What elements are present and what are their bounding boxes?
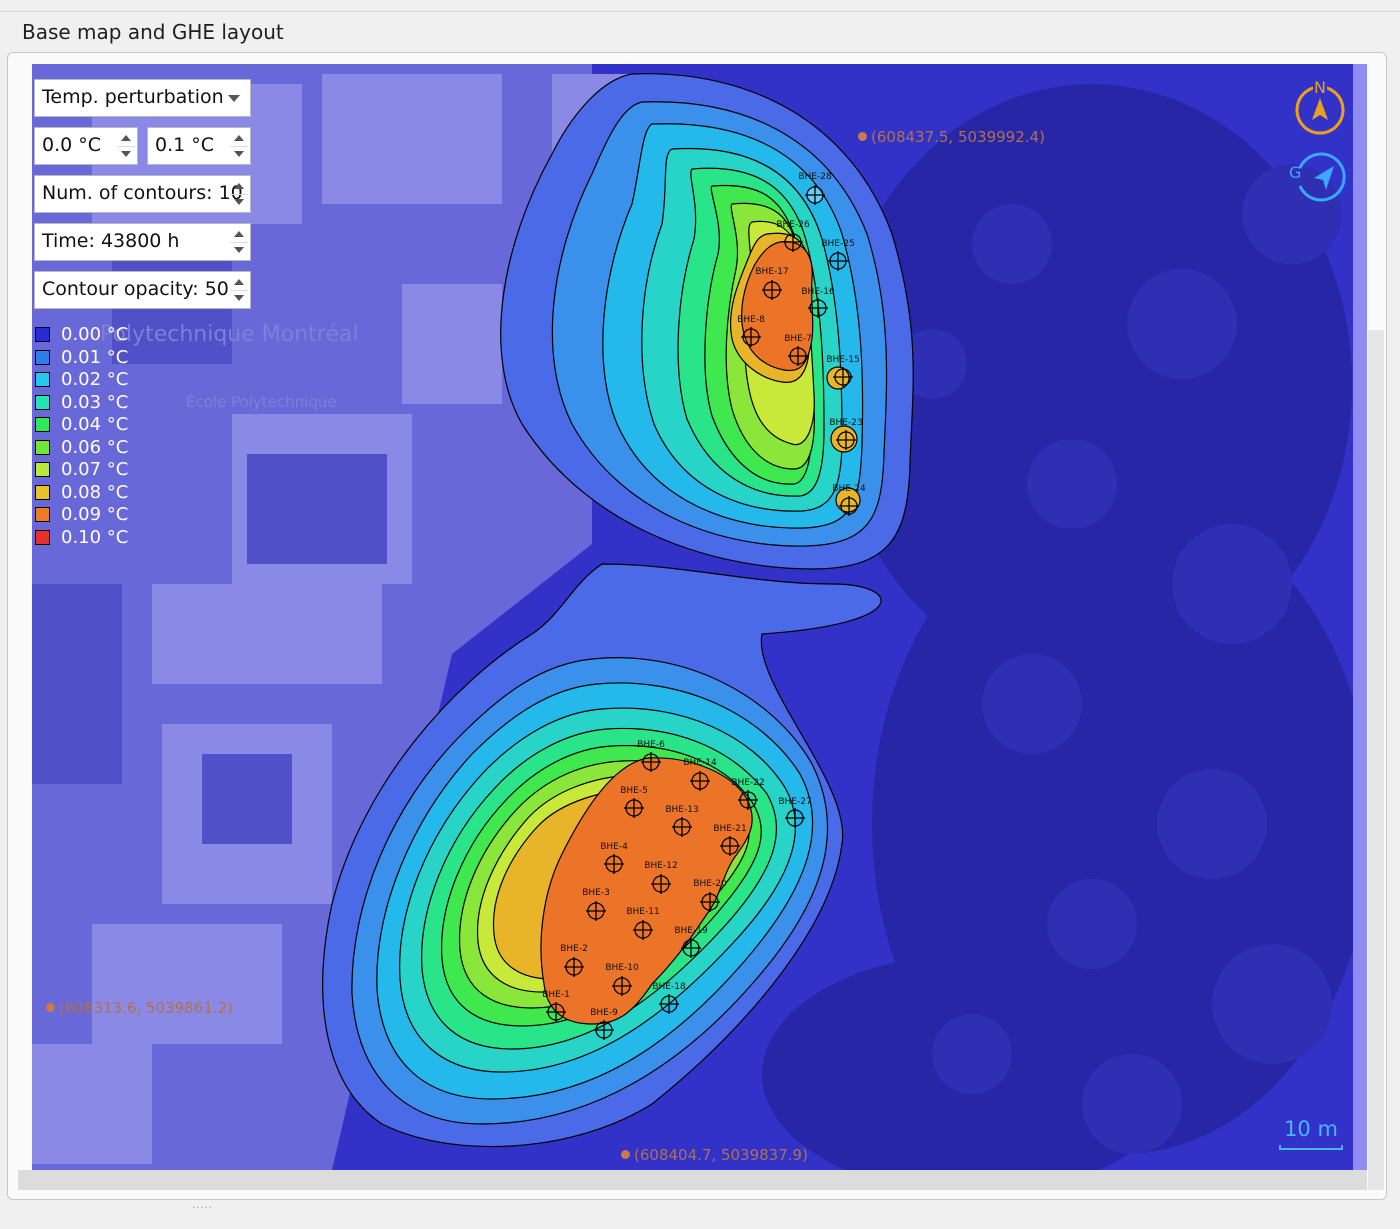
legend-swatch (35, 484, 50, 500)
top-divider (0, 11, 1400, 12)
opacity-spinner[interactable]: Contour opacity: 50 (34, 271, 251, 309)
vertical-scrollbar[interactable] (1368, 330, 1384, 1190)
bhe-label: BHE-8 (737, 315, 765, 325)
resize-grip[interactable]: ····· (192, 1203, 213, 1214)
panel-title: Base map and GHE layout (22, 20, 284, 44)
spin-up-icon[interactable] (230, 130, 248, 147)
legend-swatch (35, 327, 50, 342)
bhe-label: BHE-7 (784, 334, 812, 344)
spinner-buttons[interactable] (230, 130, 248, 163)
bhe-label: BHE-4 (600, 842, 628, 852)
legend-label: 0.03 °C (61, 391, 129, 413)
coordinate-label-bottom: (608404.7, 5039837.9) (621, 1146, 808, 1164)
coordinate-dot (46, 1003, 55, 1012)
num-contours-spinner[interactable]: Num. of contours: 10 (34, 175, 251, 213)
bhe-label: BHE-11 (626, 907, 660, 917)
max-temp-value: 0.1 °C (155, 134, 215, 156)
min-temp-spinner[interactable]: 0.0 °C (34, 127, 138, 165)
bhe-label: BHE-2 (560, 944, 588, 954)
bhe-label: BHE-13 (665, 805, 699, 815)
spinner-buttons[interactable] (230, 178, 248, 211)
bhe-label: BHE-9 (590, 1008, 618, 1018)
bhe-label: BHE-22 (731, 778, 765, 788)
spinner-buttons[interactable] (230, 274, 248, 307)
max-temp-spinner[interactable]: 0.1 °C (147, 127, 251, 165)
spin-down-icon[interactable] (230, 291, 248, 307)
place-label-secondary: École Polytechnique (186, 393, 337, 411)
legend-label: 0.01 °C (61, 346, 129, 368)
scale-bar: 10 m (1279, 1117, 1343, 1150)
bhe-label: BHE-23 (829, 418, 863, 428)
bhe-label: BHE-18 (652, 982, 686, 992)
bhe-label: BHE-12 (644, 861, 678, 871)
spin-down-icon[interactable] (230, 243, 248, 259)
scale-label: 10 m (1284, 1117, 1338, 1141)
bhe-label: BHE-26 (776, 220, 810, 230)
min-temp-value: 0.0 °C (42, 134, 102, 156)
field-select[interactable]: Temp. perturbation (34, 79, 251, 117)
legend-label: 0.08 °C (61, 481, 129, 503)
place-label: Polytechnique Montréal (100, 322, 359, 347)
time-spinner[interactable]: Time: 43800 h (34, 223, 251, 261)
spin-up-icon[interactable] (230, 178, 248, 195)
legend-label: 0.09 °C (61, 504, 129, 525)
bhe-label: BHE-19 (674, 926, 708, 936)
legend-swatch (35, 439, 50, 455)
bhe-label: BHE-21 (713, 824, 747, 834)
legend-swatch (35, 394, 50, 410)
legend-swatch (35, 349, 50, 365)
opacity-value: Contour opacity: 50 (42, 278, 229, 300)
bhe-label: BHE-17 (755, 267, 789, 277)
scale-bar-line (1279, 1145, 1343, 1150)
bhe-label: BHE-6 (637, 740, 665, 750)
bhe-label: BHE-3 (582, 888, 610, 898)
legend-swatch (35, 462, 50, 477)
field-select-value: Temp. perturbation (42, 86, 224, 108)
legend-swatch (35, 529, 50, 545)
bhe-label: BHE-20 (693, 879, 727, 889)
bhe-label: BHE-14 (683, 758, 717, 768)
bhe-label: BHE-28 (798, 172, 832, 182)
legend-swatch (35, 372, 50, 387)
coordinate-label-left: (608313.6, 5039861.2) (46, 999, 233, 1017)
spin-up-icon[interactable] (230, 274, 248, 291)
bhe-label: BHE-1 (542, 990, 570, 1000)
bhe-label: BHE-25 (821, 239, 855, 249)
gps-letter: G (1289, 163, 1302, 182)
time-value: Time: 43800 h (42, 230, 180, 252)
spinner-buttons[interactable] (117, 130, 135, 163)
bhe-label: BHE-27 (778, 797, 812, 807)
bhe-label: BHE-5 (620, 786, 648, 796)
legend-label: 0.00 °C (61, 324, 129, 345)
coordinate-dot (858, 132, 867, 141)
bhe-label: BHE-24 (832, 484, 866, 494)
legend-label: 0.04 °C (61, 414, 129, 435)
num-contours-value: Num. of contours: 10 (42, 182, 243, 204)
spin-down-icon[interactable] (230, 195, 248, 211)
compass-letter: N (1313, 78, 1327, 97)
coordinate-label-top: (608437.5, 5039992.4) (858, 128, 1045, 146)
coordinate-dot (621, 1150, 630, 1159)
map-right-edge (1353, 64, 1367, 1170)
spin-down-icon[interactable] (230, 147, 248, 163)
horizontal-scrollbar[interactable] (18, 1170, 1367, 1190)
bhe-label: BHE-10 (605, 963, 639, 973)
locate-icon[interactable]: G (1289, 150, 1346, 202)
legend-label: 0.07 °C (61, 459, 129, 480)
legend-label: 0.10 °C (61, 526, 129, 548)
spin-up-icon[interactable] (117, 130, 135, 147)
legend-swatch (35, 507, 50, 522)
spinner-buttons[interactable] (230, 226, 248, 259)
compass-icon[interactable]: N (1294, 78, 1346, 136)
bhe-label: BHE-15 (826, 355, 860, 365)
bhe-label: BHE-16 (801, 287, 835, 297)
chevron-down-icon[interactable] (228, 95, 240, 102)
legend-swatch (35, 417, 50, 432)
legend-label: 0.06 °C (61, 436, 129, 458)
spin-down-icon[interactable] (117, 147, 135, 163)
legend-label: 0.02 °C (61, 369, 129, 390)
spin-up-icon[interactable] (230, 226, 248, 243)
